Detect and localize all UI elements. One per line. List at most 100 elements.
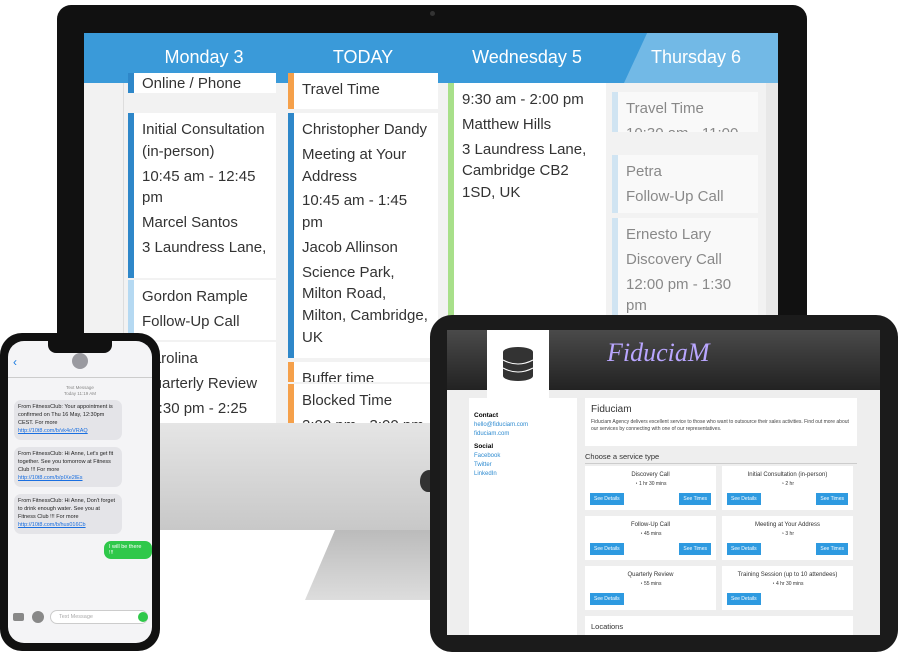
intro-card: Fiduciam Fiduciam Agency delivers excell… — [585, 398, 857, 446]
event-text: Science Park, Milton Road, Milton, Cambr… — [302, 263, 428, 346]
event-text: 10:15 am - 10:45 — [302, 104, 430, 109]
booking-page: FiduciaM Contact hello@fiduciam.com fidu… — [447, 330, 880, 635]
event-text: Follow-Up Call — [626, 187, 724, 205]
event-text: Carolina — [142, 350, 198, 367]
event-text: 3 Laundress Lane, — [142, 238, 267, 256]
event-text: 2:00 pm - 3:00 pm — [302, 415, 430, 423]
event-text: 12:30 pm - 2:25 pm — [142, 399, 248, 424]
event-text: 9:30 am - 2:00 pm — [462, 91, 584, 108]
service-card: Discovery Call ◔ 1 hr 30 mins See Detail… — [585, 466, 716, 510]
day-today[interactable]: TODAY — [284, 47, 442, 68]
calendar-event[interactable]: Travel Time 10:30 am - 11:00 — [612, 92, 758, 132]
camera-icon[interactable] — [13, 613, 24, 621]
day-thursday[interactable]: Thursday 6 — [624, 47, 768, 68]
event-text: 10:30 am - 11:00 — [626, 123, 750, 132]
service-card: Initial Consultation (in-person) ◔ 2 hr … — [722, 466, 853, 510]
event-text: Discovery Call — [626, 250, 722, 268]
page-title: Fiduciam — [591, 404, 632, 415]
calendar-event[interactable]: Gordon Rample Follow-Up Call — [128, 280, 276, 340]
event-text: Meeting at Your Address — [302, 145, 407, 185]
description: Fiduciam Agency delivers excellent servi… — [591, 419, 849, 432]
see-details-button[interactable]: See Details — [590, 543, 624, 555]
facebook-link[interactable]: Facebook — [474, 453, 572, 459]
service-name: Follow-Up Call — [630, 522, 670, 528]
see-times-button[interactable]: See Times — [679, 543, 711, 555]
service-name: Quarterly Review — [627, 572, 674, 578]
app-store-icon[interactable] — [32, 611, 44, 623]
see-details-button[interactable]: See Details — [727, 543, 761, 555]
event-text: Initial Consultation (in-person) — [142, 121, 265, 160]
calendar-event[interactable]: Buffer time — [288, 362, 438, 382]
event-text: Gordon Rample — [142, 288, 248, 305]
database-icon — [502, 347, 534, 381]
event-text: 12:00 pm - 1:30 pm — [626, 275, 732, 315]
message-link[interactable]: http://10t8.com/b/vk4oVRAQ — [18, 428, 88, 434]
contact-heading: Contact — [474, 412, 499, 419]
event-text: Christopher Dandy — [302, 121, 428, 138]
calendar-event[interactable]: Christopher Dandy Meeting at Your Address… — [288, 113, 438, 358]
event-text: Travel Time — [302, 81, 380, 98]
calendar-event[interactable]: Initial Consultation (in-person) 10:45 am… — [128, 113, 276, 278]
reply-bubble: I will be there !!! — [104, 541, 152, 559]
see-details-button[interactable]: See Details — [590, 593, 624, 605]
service-duration: 55 mins — [643, 581, 662, 587]
message-time: Today 11:19 AM — [64, 391, 96, 396]
linkedin-link[interactable]: LinkedIn — [474, 471, 572, 477]
sidebar: Contact hello@fiduciam.com fiduciam.com … — [469, 398, 577, 635]
clock-icon: ◔ — [780, 531, 784, 537]
event-text: 10:45 am - 12:45 pm — [142, 167, 256, 207]
service-duration: 4 hr 30 mins — [775, 581, 804, 587]
twitter-link[interactable]: Twitter — [474, 462, 572, 468]
message-bubble: From FitnessClub: Your appointment is co… — [14, 400, 122, 440]
day-wednesday[interactable]: Wednesday 5 — [442, 47, 612, 68]
event-text: 10:45 am - 1:45 pm — [302, 192, 408, 231]
clock-icon: ◔ — [634, 481, 638, 487]
service-duration: 1 hr 30 mins — [638, 481, 667, 487]
service-duration: 2 hr — [785, 481, 795, 487]
message-link[interactable]: http://10t8.com/b/pIXe2lEs — [18, 475, 83, 481]
contact-avatar[interactable] — [72, 353, 88, 369]
phone-notch — [48, 341, 112, 353]
event-text: Travel Time — [626, 100, 704, 117]
message-input[interactable]: Text Message — [50, 610, 148, 624]
service-name: Meeting at Your Address — [754, 522, 821, 528]
service-card: Meeting at Your Address ◔ 3 hr See Detai… — [722, 516, 853, 560]
event-text: Petra — [626, 163, 662, 180]
send-icon[interactable] — [138, 612, 148, 622]
website-link[interactable]: fiduciam.com — [474, 431, 572, 437]
see-details-button[interactable]: See Details — [590, 493, 624, 505]
clock-icon: ◔ — [639, 531, 643, 537]
see-details-button[interactable]: See Details — [727, 593, 761, 605]
service-card: Quarterly Review ◔ 55 mins See Details — [585, 566, 716, 610]
services-heading: Choose a service type — [585, 452, 857, 464]
calendar-event[interactable]: Travel Time 10:15 am - 10:45 — [288, 73, 438, 109]
calendar-event[interactable]: Petra Follow-Up Call — [612, 155, 758, 213]
see-times-button[interactable]: See Times — [816, 493, 848, 505]
event-text: Marcel Santos — [142, 214, 238, 231]
divider — [8, 377, 152, 378]
see-times-button[interactable]: See Times — [679, 493, 711, 505]
event-text: Jacob Allinson — [302, 238, 398, 256]
social-heading: Social — [474, 443, 494, 450]
event-text: Blocked Time — [302, 392, 393, 409]
see-times-button[interactable]: See Times — [816, 543, 848, 555]
calendar-event[interactable]: Online / Phone — [128, 73, 276, 93]
message-link[interactable]: http://10t8.com/b/hus016Cb — [18, 522, 86, 528]
service-name: Discovery Call — [631, 472, 670, 478]
message-meta: Text Message — [66, 385, 94, 390]
phone: ‹ Text Message Today 11:19 AM From Fitne… — [0, 333, 160, 651]
email-link[interactable]: hello@fiduciam.com — [474, 422, 572, 428]
clock-icon: ◔ — [771, 581, 775, 587]
locations-heading: Locations — [585, 616, 853, 635]
phone-screen: ‹ Text Message Today 11:19 AM From Fitne… — [8, 341, 152, 643]
back-chevron-icon[interactable]: ‹ — [13, 355, 17, 369]
see-details-button[interactable]: See Details — [727, 493, 761, 505]
calendar-event[interactable]: Blocked Time 2:00 pm - 3:00 pm — [288, 384, 438, 423]
message-bubble: From FitnessClub: Hi Anne, Let's get fit… — [14, 447, 122, 487]
service-card: Training Session (up to 10 attendees) ◔ … — [722, 566, 853, 610]
clock-icon: ◔ — [639, 581, 643, 587]
day-monday[interactable]: Monday 3 — [124, 47, 284, 68]
service-duration: 3 hr — [785, 531, 795, 537]
calendar-event[interactable]: Ernesto Lary Discovery Call 12:00 pm - 1:3… — [612, 218, 758, 318]
event-text: Online / Phone — [142, 75, 242, 92]
